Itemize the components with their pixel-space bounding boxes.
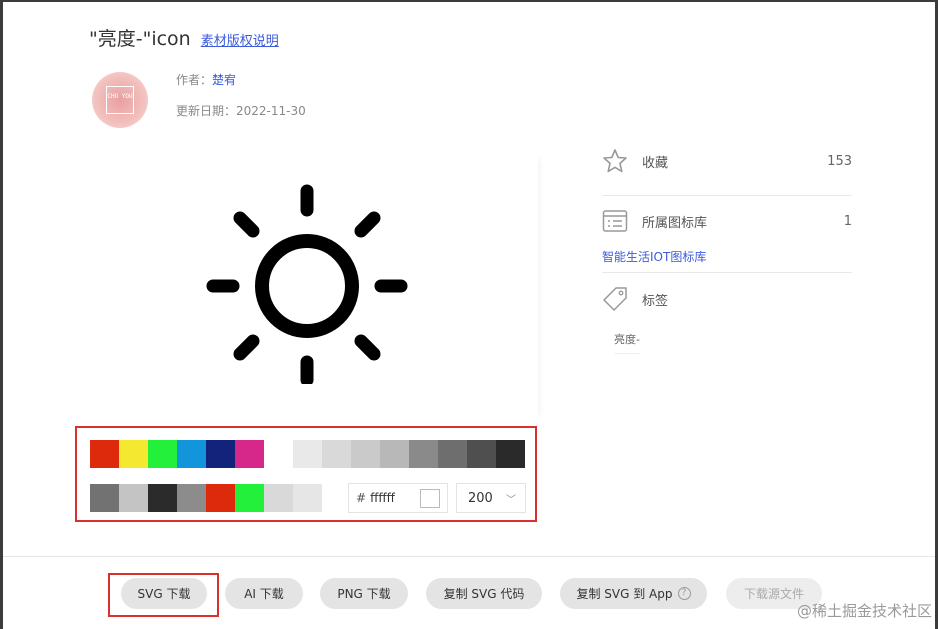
avatar-text: CHU YOU <box>106 86 134 114</box>
update-label: 更新日期： <box>176 104 237 118</box>
color-swatch[interactable] <box>206 484 235 512</box>
copy-svg-app-label: 复制 SVG 到 App <box>576 587 673 601</box>
color-swatch[interactable] <box>90 484 119 512</box>
color-palette-panel: # ffffff 200 ﹀ <box>75 426 537 522</box>
copy-svg-code-button[interactable]: 复制 SVG 代码 <box>426 578 542 609</box>
avatar[interactable]: CHU YOU <box>92 72 148 128</box>
color-swatch[interactable] <box>409 440 438 468</box>
copyright-link[interactable]: 素材版权说明 <box>201 30 279 49</box>
copy-svg-app-button[interactable]: 复制 SVG 到 App ? <box>560 578 707 609</box>
author-label: 作者： <box>176 73 213 87</box>
ai-download-button[interactable]: AI 下载 <box>225 578 303 609</box>
color-swatch[interactable] <box>380 440 409 468</box>
color-swatch[interactable] <box>177 440 206 468</box>
color-swatch[interactable] <box>467 440 496 468</box>
color-swatch[interactable] <box>293 440 322 468</box>
color-swatch[interactable] <box>235 484 264 512</box>
update-date-meta: 更新日期：2022-11-30 <box>176 102 306 119</box>
color-swatch[interactable] <box>496 440 525 468</box>
title-row: "亮度-"icon 素材版权说明 <box>89 24 279 51</box>
tag-icon <box>603 287 627 311</box>
png-download-button[interactable]: PNG 下载 <box>320 578 408 609</box>
favorites-label: 收藏 <box>642 155 669 171</box>
tags-label: 标签 <box>642 293 669 309</box>
color-swatch[interactable] <box>206 440 235 468</box>
sidebar-divider <box>602 272 852 273</box>
color-swatch[interactable] <box>177 484 206 512</box>
color-row-1 <box>90 440 525 468</box>
library-list-icon <box>602 210 628 232</box>
watermark: @稀土掘金技术社区 <box>796 602 932 620</box>
library-link[interactable]: 智能生活IOT图标库 <box>602 248 706 265</box>
action-bar-divider <box>3 556 935 557</box>
sun-brightness-icon <box>206 184 408 384</box>
favorites-count: 153 <box>827 153 852 169</box>
author-name-link[interactable]: 楚宥 <box>212 73 236 87</box>
hash-symbol: # <box>356 491 367 505</box>
color-swatch[interactable] <box>119 440 148 468</box>
star-icon[interactable] <box>602 148 628 174</box>
help-icon[interactable]: ? <box>677 587 691 600</box>
color-swatch[interactable] <box>119 484 148 512</box>
color-swatch[interactable] <box>90 440 119 468</box>
sidebar-divider <box>602 195 852 196</box>
favorites-row[interactable]: 收藏 153 <box>602 148 852 174</box>
svg-download-highlight <box>108 573 219 617</box>
color-swatch[interactable] <box>148 440 177 468</box>
size-select[interactable]: 200 ﹀ <box>456 483 526 513</box>
library-label: 所属图标库 <box>642 215 708 231</box>
color-row-2 <box>90 484 322 512</box>
window-frame-left <box>0 0 3 629</box>
hex-color-input[interactable]: # ffffff <box>348 483 448 513</box>
page-title: "亮度-"icon <box>89 28 191 50</box>
color-swatch[interactable] <box>235 440 264 468</box>
author-meta: 作者：楚宥 <box>176 71 236 88</box>
hex-value: ffffff <box>370 491 395 505</box>
color-swatch[interactable] <box>351 440 380 468</box>
icon-preview <box>78 152 538 422</box>
color-preview-box <box>420 489 440 508</box>
size-value: 200 <box>468 490 493 506</box>
color-swatch[interactable] <box>293 484 322 512</box>
color-swatch[interactable] <box>438 440 467 468</box>
window-frame-top <box>0 0 938 2</box>
library-row: 所属图标库 1 <box>602 209 852 233</box>
color-swatch[interactable] <box>264 440 293 468</box>
color-swatch[interactable] <box>264 484 293 512</box>
color-swatch[interactable] <box>148 484 177 512</box>
chevron-down-icon: ﹀ <box>506 495 516 506</box>
tags-row: 标签 <box>602 286 852 312</box>
color-swatch[interactable] <box>322 440 351 468</box>
update-date: 2022-11-30 <box>236 104 306 118</box>
library-count: 1 <box>843 213 852 229</box>
tag-chip[interactable]: 亮度- <box>614 331 640 354</box>
